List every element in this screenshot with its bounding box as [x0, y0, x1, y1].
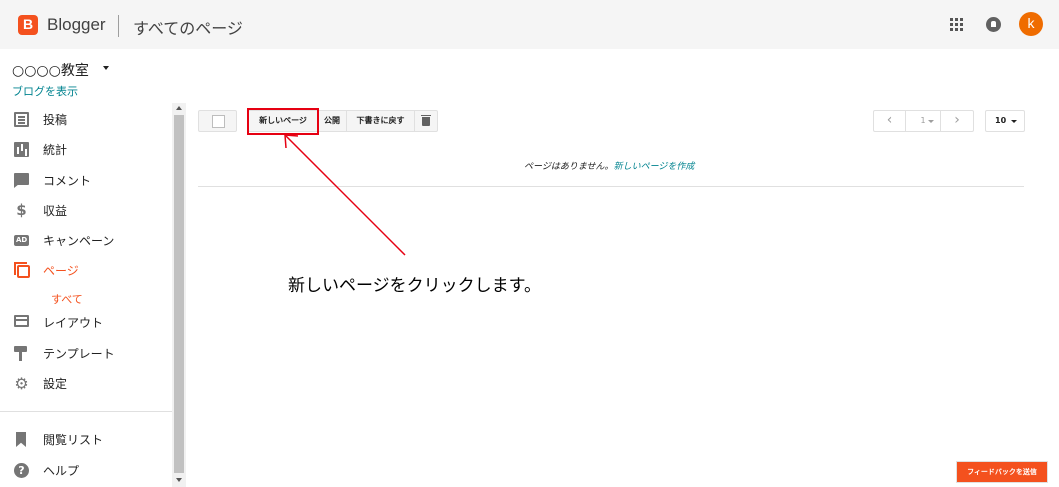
bookmark-icon — [14, 432, 29, 447]
sidebar-scrollbar[interactable] — [172, 103, 186, 487]
sidebar-subitem-all[interactable]: すべて — [51, 291, 83, 307]
sidebar-item-label: テンプレート — [43, 347, 115, 361]
trash-icon — [421, 115, 431, 126]
sidebar-item-label: 統計 — [43, 143, 68, 157]
chevron-down-icon — [928, 120, 934, 123]
layout-icon — [14, 315, 29, 327]
help-icon: ? — [14, 463, 29, 478]
header-divider — [118, 15, 119, 37]
dollar-icon: $ — [16, 201, 27, 219]
sidebar-item-label: 投稿 — [43, 113, 68, 127]
sidebar-divider — [0, 411, 172, 412]
page-number-label: 1 — [920, 116, 926, 125]
page-title: すべてのページ — [133, 19, 243, 38]
app-header: B Blogger すべてのページ k — [0, 0, 1059, 49]
page-number-select[interactable]: 1 — [906, 111, 941, 131]
empty-state-text: ページはありません。 — [524, 162, 614, 172]
next-page-button[interactable]: › — [941, 111, 973, 131]
blogger-logo-icon[interactable]: B — [18, 15, 38, 35]
sidebar-item-posts[interactable]: 投稿 — [0, 105, 170, 133]
scroll-up-icon[interactable] — [176, 106, 182, 110]
pagination: ‹ 1 › — [873, 110, 974, 132]
avatar[interactable]: k — [1019, 12, 1043, 36]
chevron-down-icon — [1011, 120, 1017, 123]
select-all-checkbox[interactable] — [198, 110, 237, 132]
sidebar-item-comments[interactable]: コメント — [0, 166, 170, 194]
sidebar-item-reading-list[interactable]: 閲覧リスト — [0, 425, 170, 453]
sidebar-item-label: ヘルプ — [43, 464, 80, 478]
content-divider — [198, 186, 1024, 187]
brand-name: Blogger — [47, 15, 106, 34]
per-page-select[interactable]: 10 — [985, 110, 1025, 132]
per-page-label: 10 — [995, 116, 1007, 125]
sidebar-item-label: コメント — [43, 174, 92, 188]
apps-icon[interactable] — [950, 18, 964, 32]
sidebar-item-label: ページ — [43, 264, 79, 278]
posts-icon — [14, 112, 29, 127]
publish-button[interactable]: 公開 — [318, 111, 347, 131]
sidebar-item-label: キャンペーン — [43, 234, 115, 248]
comment-icon — [14, 173, 29, 188]
annotation-highlight-box — [247, 108, 319, 135]
sidebar-item-pages[interactable]: ページ — [0, 256, 170, 284]
sidebar-item-campaigns[interactable]: キャンペーン — [0, 226, 170, 254]
sidebar-item-label: 設定 — [43, 377, 68, 391]
theme-icon — [14, 346, 29, 361]
pages-icon — [14, 262, 30, 278]
sidebar-item-settings[interactable]: ⚙ 設定 — [0, 369, 170, 397]
view-blog-link[interactable]: ブログを表示 — [12, 83, 78, 99]
sidebar-item-help[interactable]: ? ヘルプ — [0, 456, 170, 484]
sidebar: 投稿 統計 コメント $ 収益 キャンペーン ページ すべて レイアウト テンプ… — [0, 103, 186, 487]
scroll-down-icon[interactable] — [176, 478, 182, 482]
sidebar-item-layout[interactable]: レイアウト — [0, 308, 170, 336]
annotation-text: 新しいページをクリックします。 — [288, 276, 541, 296]
sidebar-item-label: レイアウト — [43, 316, 104, 330]
sidebar-item-earnings[interactable]: $ 収益 — [0, 196, 170, 224]
notifications-icon[interactable] — [986, 17, 1001, 32]
revert-to-draft-button[interactable]: 下書きに戻す — [347, 111, 415, 131]
sidebar-item-label: 閲覧リスト — [43, 433, 104, 447]
feedback-button[interactable]: フィードバックを送信 — [956, 461, 1048, 483]
stats-icon — [14, 142, 29, 157]
prev-page-button[interactable]: ‹ — [874, 111, 906, 131]
delete-button[interactable] — [415, 111, 437, 131]
scrollbar-thumb[interactable] — [174, 115, 184, 473]
empty-state-message: ページはありません。新しいページを作成 — [524, 159, 694, 172]
chevron-down-icon[interactable] — [103, 66, 109, 70]
sidebar-item-label: 収益 — [43, 204, 68, 218]
create-page-link[interactable]: 新しいページを作成 — [614, 162, 695, 172]
sidebar-item-theme[interactable]: テンプレート — [0, 339, 170, 367]
gear-icon: ⚙ — [14, 374, 29, 393]
ad-icon — [14, 235, 29, 246]
blog-selector[interactable]: ○○○○教室 — [12, 60, 89, 80]
sidebar-item-stats[interactable]: 統計 — [0, 135, 170, 163]
